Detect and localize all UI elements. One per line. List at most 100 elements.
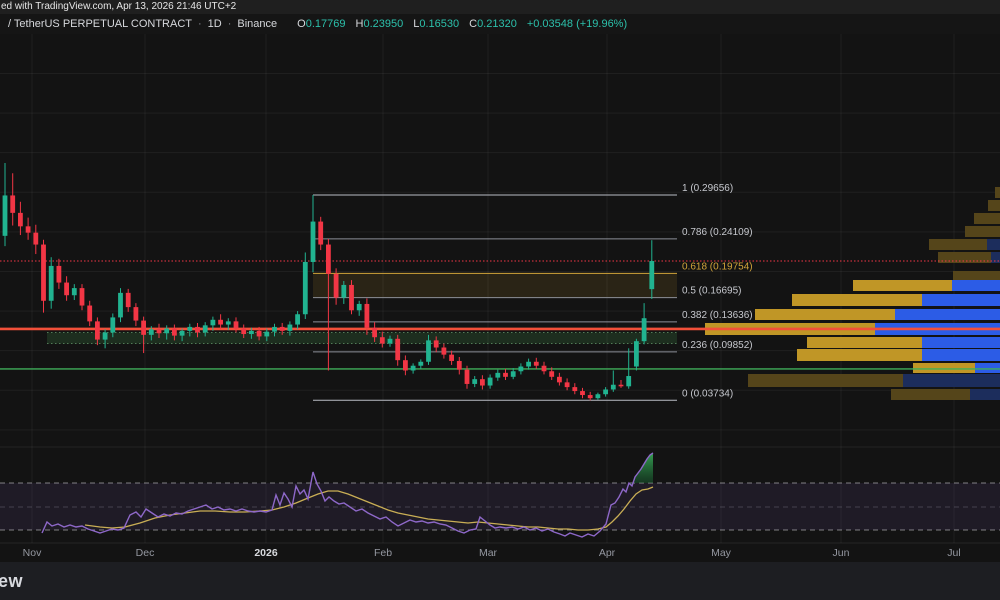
candle [449,354,454,361]
close-label: C [469,18,478,30]
candle [272,326,277,332]
candle [256,330,262,337]
candle [310,221,316,262]
candle [179,330,185,336]
volume-profile-bar [974,213,1000,224]
candle [10,195,16,213]
candle [164,328,170,334]
candle [372,327,377,338]
ohlc-values: O 0.17769 H 0.23950 L 0.16530 C 0.21320 [297,14,517,34]
candle [318,221,324,245]
candle [641,318,647,342]
golden-pocket-zone [313,273,677,298]
open-value: 0.17769 [305,18,346,30]
time-axis-label[interactable]: Jul [947,547,960,559]
candle [287,324,293,331]
volume-profile-bar-blue [922,294,1000,306]
candle [302,261,308,315]
time-axis-label[interactable]: Jun [833,547,850,559]
candle [518,366,524,372]
candle [418,361,424,366]
candle [472,379,478,384]
volume-profile-bar [988,200,1000,211]
candle [580,391,585,396]
candle [595,394,601,399]
candle [156,329,162,334]
exchange-name: Binance [237,18,278,30]
candle [626,376,632,387]
candle [202,325,208,333]
candle [141,320,146,335]
candle [33,232,39,245]
candle [533,361,539,366]
volume-profile-bar-blue [895,309,1000,320]
candle [264,331,270,337]
candle [241,328,247,335]
time-axis-label[interactable]: 2026 [254,547,278,559]
volume-profile-bar [913,363,975,373]
candle [618,384,624,387]
symbol-name[interactable]: / TetherUS PERPETUAL CONTRACT [8,14,192,34]
tradingview-logo[interactable]: ew [0,571,23,592]
candle [403,360,408,371]
time-axis-label[interactable]: Nov [23,547,42,559]
volume-profile-bar [929,239,987,250]
volume-profile-bar [953,271,1000,281]
time-axis-label[interactable]: Mar [479,547,498,559]
high-value: 0.23950 [363,18,404,30]
candle [387,338,393,344]
volume-profile-bar-blue [922,349,1000,361]
time-axis: Nov Dec 2026 Feb Mar Apr May Jun Jul [0,542,1000,559]
candle [295,314,300,325]
candle [349,284,354,311]
candle [87,305,93,322]
candle [495,372,501,378]
candle [487,377,493,386]
price-chart-canvas[interactable]: 1 (0.29656) 0.786 (0.24109) 0.618 (0.19754… [0,0,1000,600]
volume-profile-bar-blue [903,374,1000,387]
candle [549,371,555,377]
volume-profile [705,187,1000,400]
candle [603,389,608,395]
low-value: 0.16530 [419,18,460,30]
volume-profile-bar-blue [987,239,1000,250]
candle [125,292,131,308]
candle [341,284,347,298]
candle [48,265,54,301]
candle [79,288,85,306]
volume-profile-bar [965,226,1000,237]
export-banner-text: ed with TradingView.com, Apr 13, 2026 21… [1,1,237,12]
candle [356,303,362,311]
symbol-row: / TetherUS PERPETUAL CONTRACT · 1D · Bin… [0,14,1000,34]
time-axis-label[interactable]: Dec [136,547,155,559]
candle [279,326,285,331]
candle [572,387,578,392]
volume-profile-bar-blue [970,389,1000,400]
candle [195,326,200,333]
candle [95,321,100,340]
volume-profile-bar [891,389,970,400]
time-axis-label[interactable]: Apr [599,547,616,559]
candle [249,330,254,335]
separator-dot: · [227,18,232,30]
open-label: O [297,18,306,30]
change-value: +0.03548 (+19.96%) [526,18,628,30]
time-axis-label[interactable]: Feb [374,547,392,559]
candle [426,340,431,362]
time-axis-label[interactable]: May [711,547,732,559]
volume-profile-bar [792,294,922,306]
candle [102,332,108,340]
candle [503,372,508,377]
fib-level-label: 1 (0.29656) [682,183,733,194]
volume-profile-bar-blue [922,337,1000,348]
fib-level-label: 0.236 (0.09852) [682,340,753,351]
volume-profile-bar-blue [952,280,1000,291]
candle [510,371,516,377]
candle [118,292,123,318]
candle [64,282,69,296]
candle [610,384,616,390]
fib-level-label: 0.5 (0.16695) [682,286,742,297]
candle [133,307,139,321]
candle [187,326,193,331]
interval-value[interactable]: 1D [208,14,222,34]
